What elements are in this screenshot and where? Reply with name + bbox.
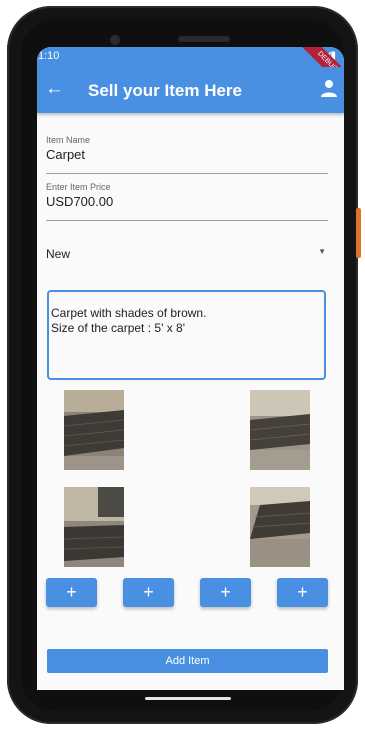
- carpet-photo-4: [250, 487, 310, 567]
- status-time: 1:10: [38, 50, 60, 62]
- app-screen: 1:10 ▾◢▮ DEBUG ← Sell your Item Here Ite…: [37, 47, 344, 690]
- item-name-label: Item Name: [46, 135, 91, 145]
- dropdown-arrow-icon[interactable]: ▼: [318, 247, 326, 256]
- condition-dropdown[interactable]: New ▼: [46, 247, 328, 269]
- home-indicator: [145, 697, 231, 700]
- add-image-button-2[interactable]: +: [123, 578, 174, 607]
- description-textarea[interactable]: Carpet with shades of brown. Size of the…: [47, 290, 326, 380]
- app-bar: ← Sell your Item Here: [37, 67, 344, 113]
- page-title: Sell your Item Here: [88, 81, 243, 100]
- description-line: Size of the carpet : 5' x 8': [51, 321, 185, 335]
- add-image-button-1[interactable]: +: [46, 578, 97, 607]
- carpet-photo-2: [250, 390, 310, 470]
- item-price-label: Enter Item Price: [46, 182, 111, 192]
- add-image-button-4[interactable]: +: [277, 578, 328, 607]
- carpet-photo-1: [64, 390, 124, 470]
- item-price-value[interactable]: USD700.00: [46, 194, 328, 209]
- carpet-photo-3: [64, 487, 124, 567]
- add-image-button-3[interactable]: +: [200, 578, 251, 607]
- condition-value: New: [46, 247, 71, 261]
- item-price-field[interactable]: Enter Item Price USD700.00: [46, 182, 328, 221]
- status-bar: 1:10 ▾◢▮ DEBUG: [37, 47, 344, 95]
- description-line: Carpet with shades of brown.: [51, 306, 207, 320]
- power-button: [356, 208, 361, 258]
- front-camera: [110, 35, 120, 45]
- speaker-grille: [178, 36, 230, 42]
- add-item-button[interactable]: Add Item: [47, 649, 328, 673]
- item-name-field[interactable]: Item Name Carpet: [46, 135, 328, 174]
- item-name-value[interactable]: Carpet: [46, 147, 328, 162]
- person-icon[interactable]: [320, 79, 338, 99]
- arrow-back-icon[interactable]: ←: [45, 77, 64, 101]
